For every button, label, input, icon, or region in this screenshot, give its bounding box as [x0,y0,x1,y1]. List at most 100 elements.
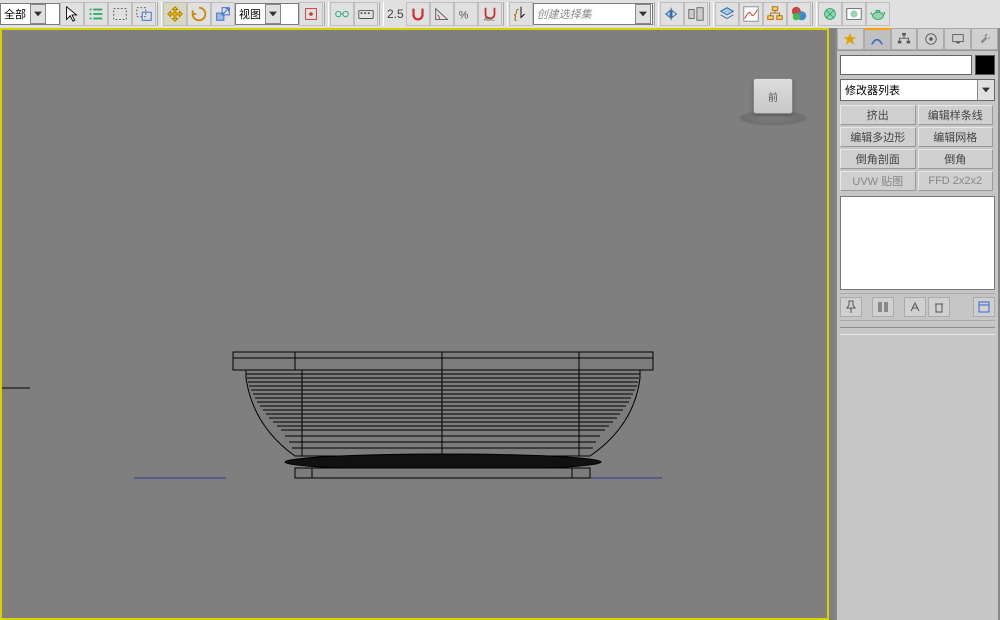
render-setup-icon [821,5,839,23]
rotate-icon [190,5,208,23]
layers-icon [718,5,736,23]
toolbar-separator [709,2,714,26]
spinner-snap-button[interactable]: ABC [478,2,502,26]
mirror-button[interactable] [660,2,684,26]
create-star-icon [843,32,857,46]
reference-coord-dropdown[interactable]: 视图 [235,3,299,25]
select-manipulate-button[interactable] [330,2,354,26]
svg-text:ABC: ABC [483,17,494,23]
toolbar-separator [157,2,162,26]
toolbar-separator [379,2,384,26]
modifier-button[interactable]: 编辑网格 [918,127,994,147]
scale-icon [214,5,232,23]
command-panel-tabs [837,28,998,51]
align-button[interactable] [684,2,708,26]
select-object-button[interactable] [60,2,84,26]
snap-abc-icon: ABC [481,5,499,23]
motion-icon [924,32,938,46]
show-end-icon [876,300,890,314]
angle-icon [433,5,451,23]
dropdown-arrow-icon [635,4,651,24]
render-frame-window-button[interactable] [842,2,866,26]
teapot-icon [869,5,887,23]
toolbar-separator [812,2,817,26]
command-panel: 修改器列表 挤出 编辑样条线 编辑多边形 编辑网格 倒角剖面 倒角 UVW 贴图… [835,28,1000,620]
percent-icon: % [457,5,475,23]
modifier-button[interactable]: 编辑样条线 [918,105,994,125]
trash-icon [932,300,946,314]
display-tab[interactable] [944,28,971,50]
motion-tab[interactable] [917,28,944,50]
snap-icon [409,5,427,23]
named-selection-placeholder: 创建选择集 [537,6,592,22]
align-icon [687,5,705,23]
keyboard-shortcut-override-button[interactable] [354,2,378,26]
selection-filter-dropdown[interactable]: 全部 [0,3,60,25]
layer-manager-button[interactable] [715,2,739,26]
modifier-button[interactable]: 倒角 [918,149,994,169]
viewport-drawing [2,30,827,618]
edit-named-sel-button[interactable]: { [509,2,533,26]
pin-stack-button[interactable] [840,297,862,317]
mirror-icon [663,5,681,23]
modifier-stack-toolbar [840,293,995,321]
manipulate-icon [333,5,351,23]
config-icon [977,300,991,314]
rollout-area[interactable] [840,360,995,617]
pin-icon [844,300,858,314]
configure-modifier-sets-button[interactable] [973,297,995,317]
modifier-button[interactable]: FFD 2x2x2 [918,171,994,191]
wrench-icon [978,32,992,46]
hierarchy-icon [897,32,911,46]
display-icon [951,32,965,46]
modifier-button[interactable]: UVW 贴图 [840,171,916,191]
make-unique-icon [908,300,922,314]
pivot-icon [302,5,320,23]
create-tab[interactable] [837,28,864,50]
make-unique-button[interactable] [904,297,926,317]
rollout-separator [840,327,995,335]
modifier-button[interactable]: 倒角剖面 [840,149,916,169]
show-end-result-button[interactable] [872,297,894,317]
object-name-input[interactable] [840,55,972,75]
crossing-icon [135,5,153,23]
snap-toggle-button[interactable] [406,2,430,26]
percent-snap-button[interactable]: % [454,2,478,26]
svg-text:%: % [458,10,468,22]
modifier-list-dropdown[interactable]: 修改器列表 [840,79,995,101]
main-toolbar: 全部 [0,0,1000,29]
modifier-button[interactable]: 挤出 [840,105,916,125]
select-by-name-button[interactable] [84,2,108,26]
modifier-button[interactable]: 编辑多边形 [840,127,916,147]
named-selection-dropdown[interactable]: 创建选择集 [533,3,653,25]
toolbar-separator [654,2,659,26]
toolbar-separator [324,2,329,26]
window-crossing-button[interactable] [132,2,156,26]
material-editor-button[interactable] [787,2,811,26]
curve-icon [742,5,760,23]
selection-filter-label: 全部 [4,6,26,22]
select-and-move-button[interactable] [163,2,187,26]
modifier-stack-list[interactable] [840,196,995,290]
select-and-rotate-button[interactable] [187,2,211,26]
dropdown-arrow-icon [265,4,281,24]
render-setup-button[interactable] [818,2,842,26]
render-button[interactable] [866,2,890,26]
remove-modifier-button[interactable] [928,297,950,317]
viewport-front[interactable]: 前 [0,28,829,620]
cursor-icon [63,5,81,23]
angle-snap-button[interactable] [430,2,454,26]
schematic-icon [766,5,784,23]
svg-text:{: { [513,8,519,22]
use-pivot-center-button[interactable] [299,2,323,26]
select-and-scale-button[interactable] [211,2,235,26]
snap-value-label: 2.5 [385,7,406,21]
utilities-tab[interactable] [971,28,998,50]
object-color-swatch[interactable] [975,55,995,75]
rectangular-selection-button[interactable] [108,2,132,26]
schematic-view-button[interactable] [763,2,787,26]
hierarchy-tab[interactable] [891,28,918,50]
move-icon [166,5,184,23]
modify-tab[interactable] [864,28,891,50]
curve-editor-button[interactable] [739,2,763,26]
